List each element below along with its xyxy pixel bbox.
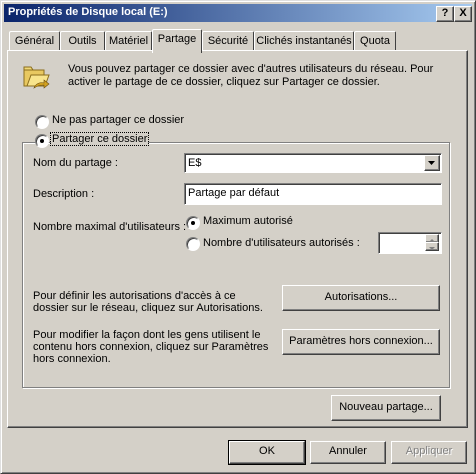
- permissions-text-1: Pour définir les autorisations d'accès à…: [33, 290, 236, 302]
- description-value: Partage par défaut: [188, 187, 280, 199]
- max-allowed-label[interactable]: Maximum autorisé: [203, 215, 293, 227]
- intro-line-2: activer le partage de ce dossier, clique…: [68, 76, 380, 88]
- max-allowed-radio[interactable]: [186, 216, 200, 230]
- offline-text-3: hors connexion.: [33, 353, 111, 365]
- tab-quota[interactable]: Quota: [354, 31, 396, 51]
- apply-button[interactable]: Appliquer: [391, 441, 467, 464]
- no-share-label[interactable]: Ne pas partager ce dossier: [52, 114, 184, 126]
- permissions-button[interactable]: Autorisations...: [282, 285, 440, 311]
- share-label[interactable]: Partager ce dossier: [49, 132, 150, 146]
- offline-settings-button[interactable]: Paramètres hors connexion...: [282, 329, 440, 355]
- tab-general[interactable]: Général: [9, 31, 60, 51]
- active-tab-joint: [153, 50, 199, 52]
- description-input[interactable]: Partage par défaut: [184, 183, 442, 205]
- ok-button[interactable]: OK: [228, 440, 306, 465]
- cancel-button[interactable]: Annuler: [310, 441, 386, 464]
- help-button[interactable]: ?: [436, 6, 454, 22]
- title-bar[interactable]: Propriétés de Disque local (E:) ? X: [4, 4, 472, 22]
- share-name-combobox[interactable]: E$: [184, 153, 442, 173]
- dropdown-button[interactable]: [424, 155, 440, 171]
- tab-tools[interactable]: Outils: [60, 31, 105, 51]
- tab-security[interactable]: Sécurité: [202, 31, 254, 51]
- intro-line-1: Vous pouvez partager ce dossier avec d'a…: [68, 63, 434, 75]
- description-label: Description :: [33, 188, 95, 200]
- close-button[interactable]: X: [454, 6, 472, 22]
- spin-down-button[interactable]: [425, 242, 439, 251]
- shared-folder-icon: [23, 66, 50, 89]
- chevron-down-icon: [428, 161, 435, 165]
- tab-shadow-copies[interactable]: Clichés instantanés: [254, 31, 354, 51]
- num-users-spinner[interactable]: [378, 232, 442, 254]
- apply-button-label: Appliquer: [405, 445, 453, 457]
- window-title: Propriétés de Disque local (E:): [8, 6, 168, 18]
- num-users-radio[interactable]: [186, 237, 200, 251]
- no-share-radio[interactable]: [35, 115, 49, 129]
- arrow-down-icon: [429, 247, 435, 250]
- share-name-value: E$: [188, 157, 202, 169]
- offline-text-2: contenu hors connexion, cliquez sur Para…: [33, 341, 269, 353]
- num-users-label[interactable]: Nombre d'utilisateurs autorisés :: [203, 237, 360, 249]
- tab-hardware[interactable]: Matériel: [105, 31, 152, 51]
- new-share-button[interactable]: Nouveau partage...: [331, 395, 441, 421]
- offline-text-1: Pour modifier la façon dont les gens uti…: [33, 329, 261, 341]
- share-name-label: Nom du partage :: [33, 157, 118, 169]
- max-users-label: Nombre maximal d'utilisateurs :: [33, 221, 187, 233]
- share-radio[interactable]: [35, 134, 49, 148]
- permissions-text-2: dossier sur le réseau, cliquez sur Autor…: [33, 302, 263, 314]
